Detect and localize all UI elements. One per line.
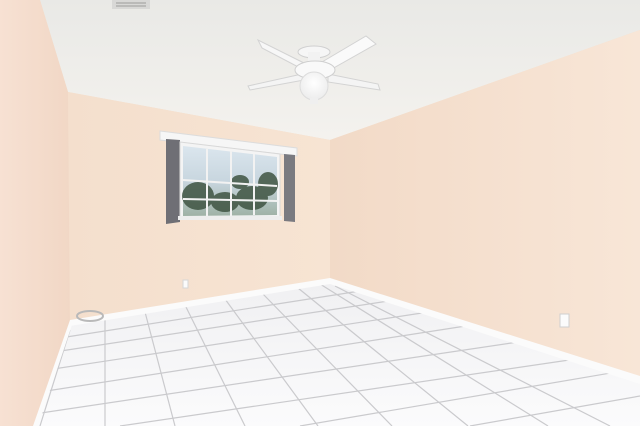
- right-curtain: [284, 154, 295, 222]
- window: [159, 130, 298, 224]
- left-curtain: [166, 139, 180, 224]
- right-wall-outlet: [559, 313, 570, 328]
- room-scene: [0, 0, 640, 426]
- fan-light-bulb: [299, 71, 329, 101]
- ceiling-vent: [112, 0, 150, 9]
- back-wall-outlet: [182, 279, 189, 289]
